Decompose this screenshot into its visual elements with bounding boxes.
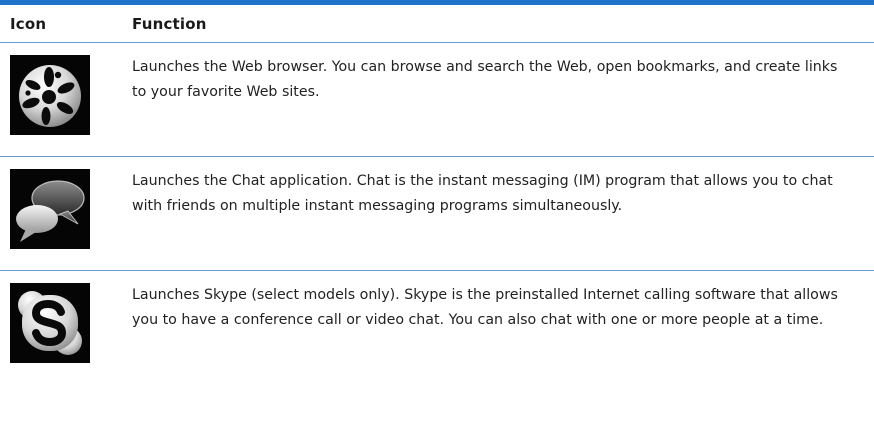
- icon-column-header: Icon: [10, 14, 47, 33]
- icon-cell: [0, 43, 132, 156]
- icon-cell: [0, 157, 132, 270]
- function-description: Launches the Web browser. You can browse…: [132, 59, 838, 100]
- function-description: Launches Skype (select models only). Sky…: [132, 287, 838, 328]
- function-column-header: Function: [132, 14, 207, 33]
- table-header: Icon Function: [0, 5, 874, 43]
- table-row: Launches the Web browser. You can browse…: [0, 43, 874, 157]
- table-row: Launches Skype (select models only). Sky…: [0, 271, 874, 441]
- function-description: Launches the Chat application. Chat is t…: [132, 173, 833, 214]
- chat-bubbles-icon: [10, 169, 90, 249]
- skype-icon: [10, 283, 90, 363]
- web-browser-icon: [10, 55, 90, 135]
- icon-function-table: Icon Function Launches the Web browser. …: [0, 0, 874, 441]
- table-row: Launches the Chat application. Chat is t…: [0, 157, 874, 271]
- icon-cell: [0, 271, 132, 441]
